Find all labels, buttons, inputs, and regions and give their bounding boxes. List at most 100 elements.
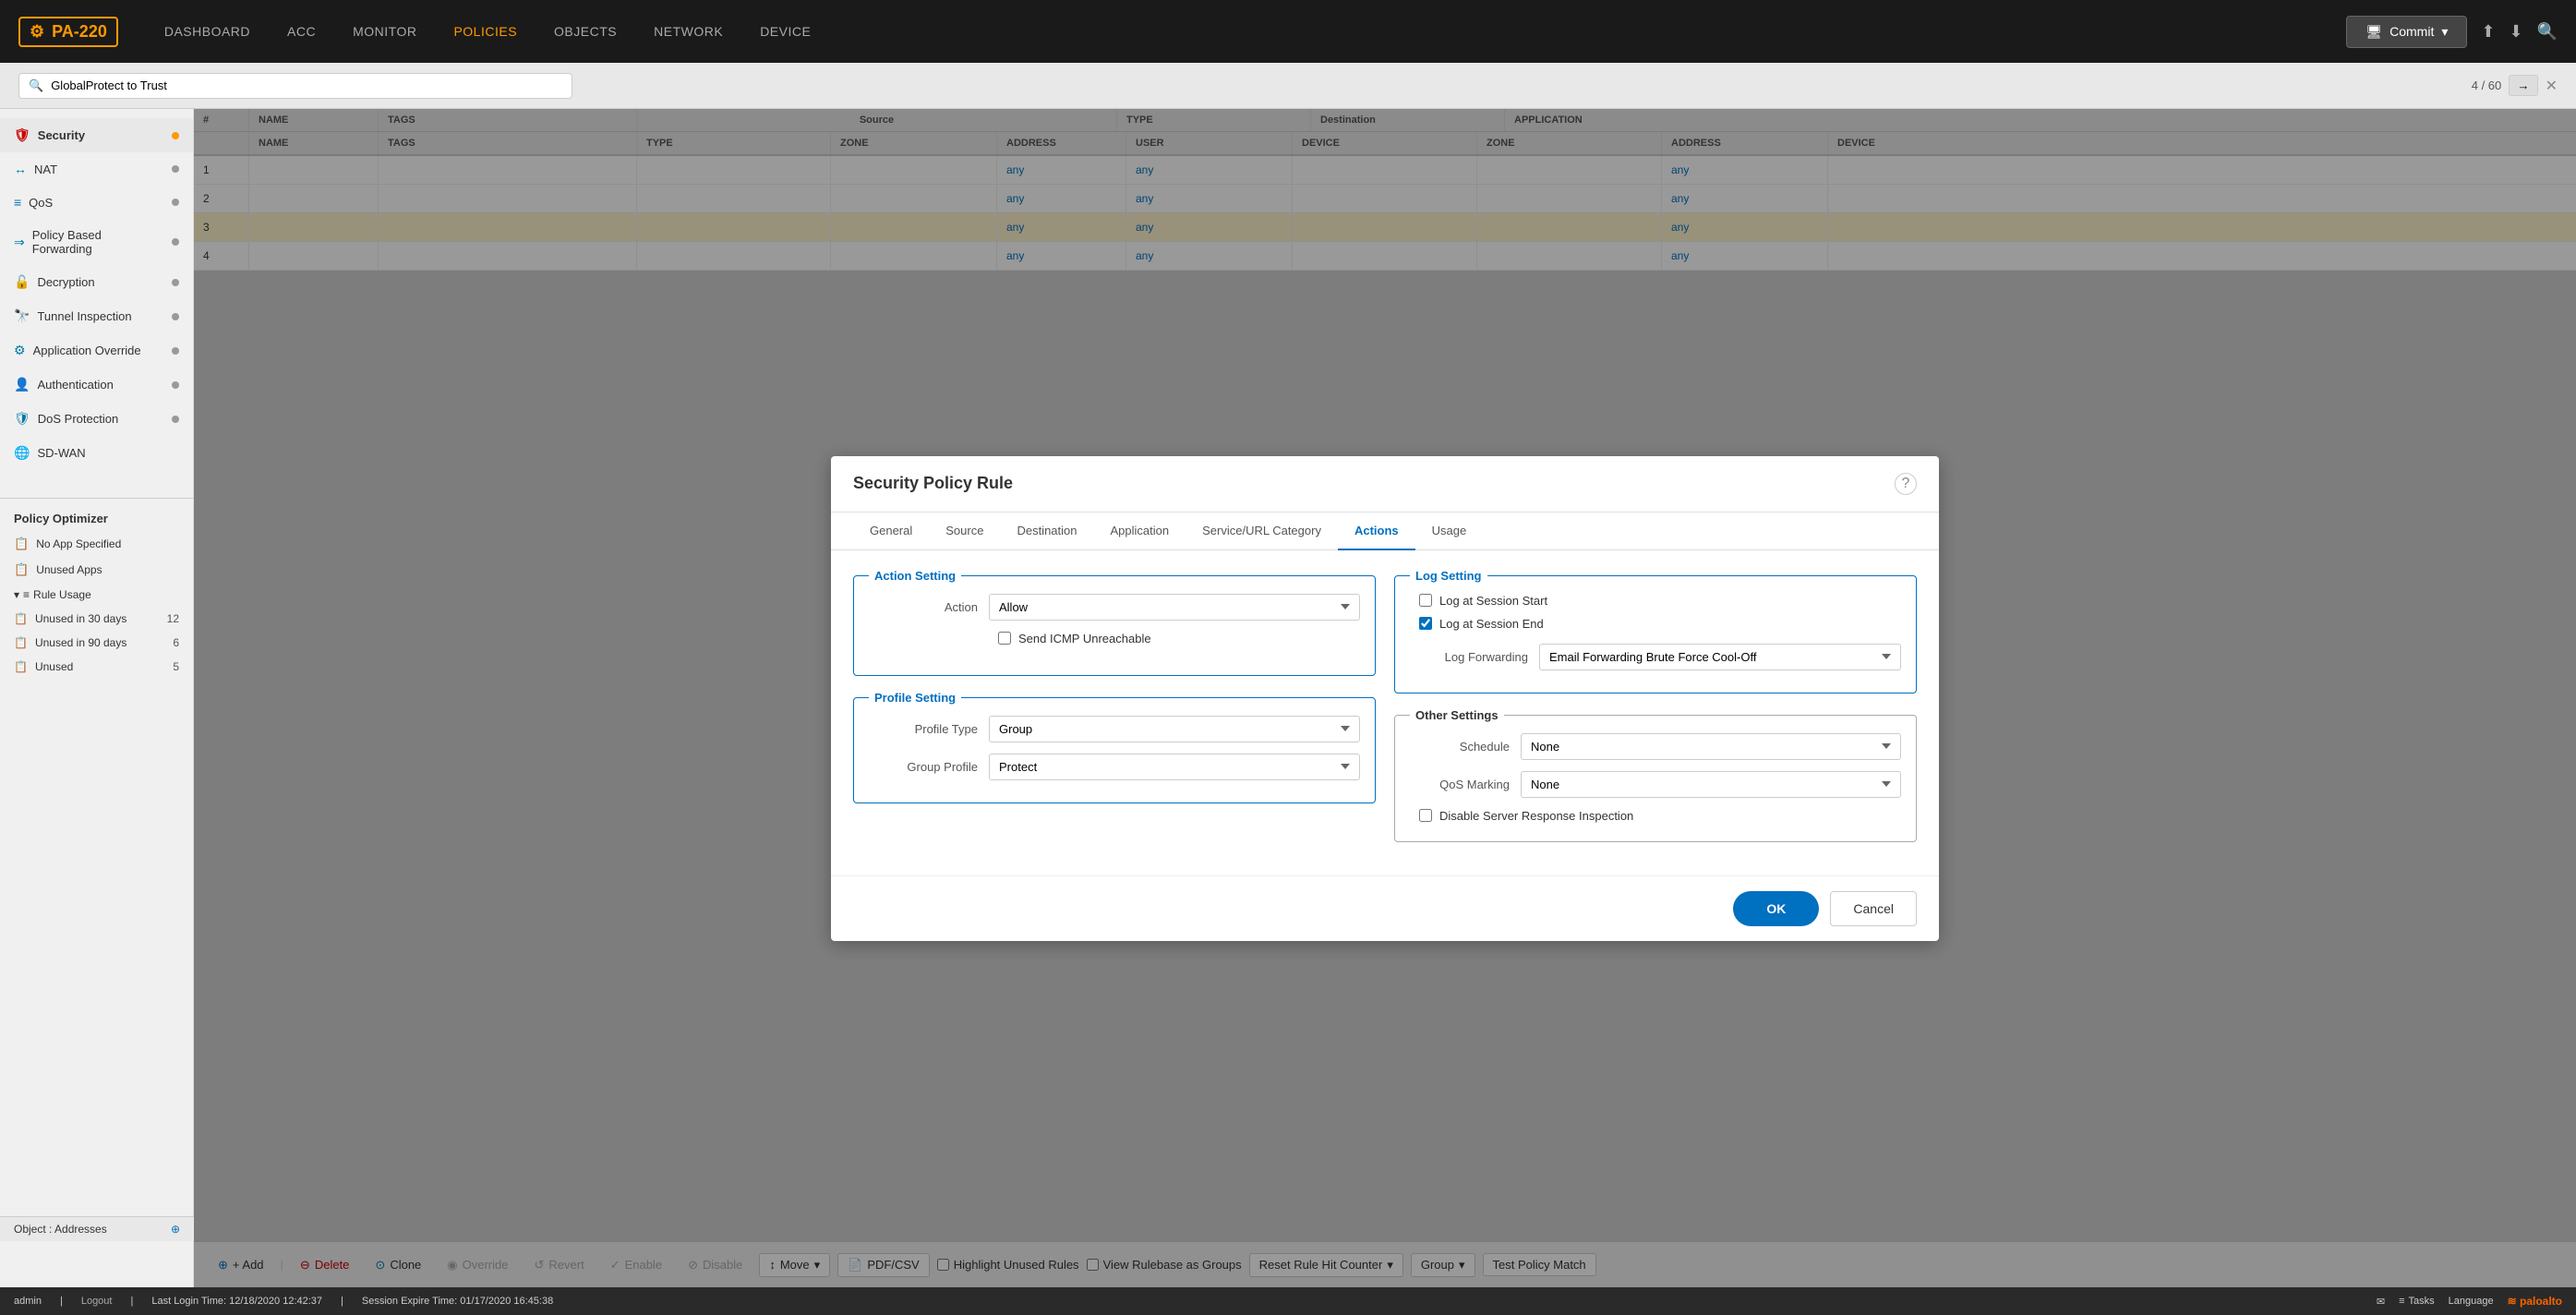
group-profile-row: Group Profile Protect default [869, 754, 1360, 780]
decryption-icon: 🔓 [14, 274, 30, 290]
tab-actions[interactable]: Actions [1338, 513, 1415, 550]
modal-body: Action Setting Action Allow Deny Drop Re… [831, 550, 1939, 875]
sub-header: 🔍 4 / 60 → ✕ [0, 63, 2576, 109]
sidebar-item-security[interactable]: 🛡 Security [0, 118, 193, 152]
close-search-button[interactable]: ✕ [2546, 77, 2558, 95]
download-button[interactable]: ⬇ [2509, 22, 2522, 42]
commit-button[interactable]: 🖥 Commit ▾ [2346, 16, 2467, 48]
tab-source[interactable]: Source [929, 513, 1000, 550]
tab-application[interactable]: Application [1094, 513, 1186, 550]
modal-right-column: Log Setting Log at Session Start Log at … [1394, 569, 1917, 857]
no-app-icon: 📋 [14, 537, 29, 551]
qos-marking-select[interactable]: None [1521, 771, 1901, 798]
nav-objects[interactable]: OBJECTS [554, 24, 617, 39]
qos-marking-label: QoS Marking [1410, 778, 1521, 791]
sidebar-item-qos[interactable]: ≡ QoS [0, 186, 193, 219]
action-label: Action [869, 600, 989, 614]
main-nav: DASHBOARD ACC MONITOR POLICIES OBJECTS N… [164, 24, 811, 39]
tab-general[interactable]: General [853, 513, 929, 550]
log-setting-legend: Log Setting [1410, 569, 1487, 583]
upload-button[interactable]: ⬆ [2481, 22, 2495, 42]
sidebar-item-tunnel[interactable]: 🔭 Tunnel Inspection [0, 299, 193, 333]
search-input[interactable] [51, 78, 562, 92]
unused-30-days[interactable]: 📋 Unused in 30 days 12 [0, 607, 193, 631]
appoverride-icon: ⚙ [14, 343, 26, 358]
language-selector[interactable]: Language [2449, 1296, 2494, 1307]
sidebar-item-dos[interactable]: 🛡 DoS Protection [0, 402, 193, 436]
ok-button[interactable]: OK [1733, 891, 1819, 926]
cancel-button[interactable]: Cancel [1830, 891, 1917, 926]
unused-90-days[interactable]: 📋 Unused in 90 days 6 [0, 631, 193, 655]
no-app-specified[interactable]: 📋 No App Specified [0, 531, 193, 557]
tab-usage[interactable]: Usage [1415, 513, 1484, 550]
schedule-select[interactable]: None [1521, 733, 1901, 760]
tab-destination[interactable]: Destination [1000, 513, 1093, 550]
sidebar-label-auth: Authentication [37, 378, 113, 392]
sidebar-item-auth[interactable]: 👤 Authentication [0, 368, 193, 402]
commit-icon: 🖥 [2365, 24, 2382, 40]
sidebar-item-nat[interactable]: ↔ NAT [0, 152, 193, 186]
action-select[interactable]: Allow Deny Drop Reset Client Reset Serve… [989, 594, 1360, 621]
nav-right: 🖥 Commit ▾ ⬆ ⬇ 🔍 [2346, 16, 2558, 48]
sidebar-dot-pbf [172, 238, 179, 246]
auth-icon: 👤 [14, 377, 30, 392]
status-logout[interactable]: Logout [81, 1296, 113, 1307]
unused-rules[interactable]: 📋 Unused 5 [0, 655, 193, 679]
prev-page-button[interactable]: → [2509, 75, 2537, 96]
unused-90-icon: 📋 [14, 636, 28, 649]
disable-server-row: Disable Server Response Inspection [1410, 809, 1901, 823]
nav-monitor[interactable]: MONITOR [353, 24, 416, 39]
unused-rules-label: Unused [35, 660, 73, 673]
status-separator-3: | [341, 1296, 343, 1307]
qos-marking-control: None [1521, 771, 1901, 798]
security-policy-rule-modal: Security Policy Rule ? General Source De… [831, 456, 1939, 941]
top-navigation: ⚙ PA-220 DASHBOARD ACC MONITOR POLICIES … [0, 0, 2576, 63]
send-icmp-checkbox[interactable] [998, 632, 1011, 645]
modal-help-button[interactable]: ? [1895, 473, 1917, 495]
log-forwarding-label: Log Forwarding [1410, 650, 1539, 664]
sidebar-label-decryption: Decryption [37, 275, 94, 289]
modal-left-column: Action Setting Action Allow Deny Drop Re… [853, 569, 1376, 857]
unused-30-count: 12 [167, 612, 179, 625]
log-forwarding-select[interactable]: None Email Forwarding Brute Force Cool-O… [1539, 644, 1901, 670]
qos-icon: ≡ [14, 195, 21, 210]
nav-device[interactable]: DEVICE [760, 24, 811, 39]
log-session-end-checkbox[interactable] [1419, 617, 1432, 630]
unused-apps-label: Unused Apps [36, 563, 102, 576]
profile-type-select[interactable]: None Profiles Group [989, 716, 1360, 742]
modal-tabs: General Source Destination Application S… [831, 513, 1939, 550]
nav-dashboard[interactable]: DASHBOARD [164, 24, 250, 39]
rule-usage-header[interactable]: ▾ ≡ Rule Usage [0, 583, 193, 607]
nav-network[interactable]: NETWORK [654, 24, 723, 39]
unused-apps[interactable]: 📋 Unused Apps [0, 557, 193, 583]
send-icmp-label: Send ICMP Unreachable [1018, 632, 1151, 645]
profile-type-label: Profile Type [869, 722, 989, 736]
group-profile-select[interactable]: Protect default [989, 754, 1360, 780]
sidebar-label-dos: DoS Protection [38, 412, 118, 426]
nav-policies[interactable]: POLICIES [453, 24, 517, 39]
sidebar-item-decryption[interactable]: 🔓 Decryption [0, 265, 193, 299]
modal-header: Security Policy Rule ? [831, 456, 1939, 513]
disable-server-checkbox[interactable] [1419, 809, 1432, 822]
search-box: 🔍 [18, 73, 572, 99]
sidebar-item-pbf[interactable]: ⇒ Policy Based Forwarding [0, 219, 193, 265]
search-icon-button[interactable]: 🔍 [2537, 22, 2558, 42]
dos-icon: 🛡 [14, 411, 30, 427]
sidebar-dot-appoverride [172, 347, 179, 355]
paloalto-logo: ≋ paloalto [2508, 1295, 2562, 1308]
sidebar-dot-decryption [172, 279, 179, 286]
commit-dropdown-icon: ▾ [2441, 24, 2448, 40]
sidebar-item-sdwan[interactable]: 🌐 SD-WAN [0, 436, 193, 470]
other-settings-legend: Other Settings [1410, 708, 1504, 722]
schedule-control: None [1521, 733, 1901, 760]
nav-acc[interactable]: ACC [287, 24, 316, 39]
tunnel-icon: 🔭 [14, 308, 30, 324]
sidebar-label-pbf: Policy Based Forwarding [32, 228, 164, 256]
tab-service-url[interactable]: Service/URL Category [1186, 513, 1338, 550]
object-bar-add-icon[interactable]: ⊕ [171, 1223, 180, 1236]
mail-icon[interactable]: ✉ [2377, 1296, 2385, 1308]
sidebar-item-appoverride[interactable]: ⚙ Application Override [0, 333, 193, 368]
log-session-start-checkbox[interactable] [1419, 594, 1432, 607]
tasks-icon[interactable]: ≡ Tasks [2399, 1296, 2435, 1307]
log-session-start-label: Log at Session Start [1439, 594, 1547, 608]
